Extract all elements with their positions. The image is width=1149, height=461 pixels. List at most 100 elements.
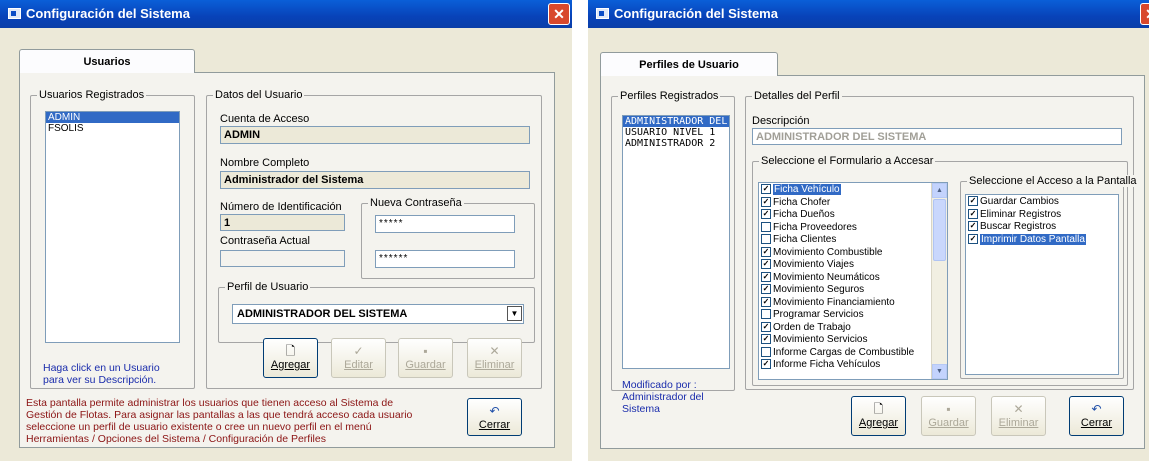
list-item[interactable]: ADMIN xyxy=(46,112,179,123)
close-window-button[interactable]: ✕ xyxy=(1140,3,1149,25)
tab-perfiles-de-usuario[interactable]: Perfiles de Usuario xyxy=(600,52,778,76)
checkbox-unchecked-icon[interactable] xyxy=(761,221,771,232)
checkbox-checked-icon[interactable]: ✓ xyxy=(761,296,771,307)
list-item[interactable]: USUARIO NIVEL 1 xyxy=(623,127,729,138)
checkbox-checked-icon[interactable]: ✓ xyxy=(761,209,771,220)
checkbox-item[interactable]: ✓ Ficha Vehículo xyxy=(759,184,931,197)
undo-arrow-icon: ↶ xyxy=(489,404,500,418)
group-title: Seleccione el Formulario a Accesar xyxy=(759,155,936,167)
scroll-down-icon[interactable]: ▼ xyxy=(932,364,947,379)
checkbox-label: Ficha Proveedores xyxy=(773,221,857,233)
scroll-up-icon[interactable]: ▲ xyxy=(932,183,947,198)
profiles-list[interactable]: ADMINISTRADOR DEL S USUARIO NIVEL 1 ADMI… xyxy=(622,115,730,369)
list-item[interactable]: ADMINISTRADOR DEL S xyxy=(623,116,729,127)
close-window-button[interactable]: ✕ xyxy=(548,3,570,25)
list-item[interactable]: ADMINISTRADOR 2 xyxy=(623,138,729,149)
checkbox-checked-icon[interactable]: ✓ xyxy=(761,284,771,295)
tab-label: Usuarios xyxy=(83,56,131,68)
checkbox-item[interactable]: ✓ Movimiento Servicios xyxy=(759,334,931,347)
checkbox-item[interactable]: ✓ Imprimir Datos Pantalla xyxy=(966,233,1118,247)
spellcheck-icon: ✓ xyxy=(353,344,364,358)
checkbox-item[interactable]: ✓ Movimiento Financiamiento xyxy=(759,297,931,310)
group-title: Usuarios Registrados xyxy=(37,89,147,101)
checkbox-item[interactable]: ✓ Movimiento Viajes xyxy=(759,259,931,272)
delete-button-label: Eliminar xyxy=(474,359,515,371)
checkbox-unchecked-icon[interactable] xyxy=(761,309,771,320)
delete-button[interactable]: ✕ Eliminar xyxy=(467,338,522,378)
access-checklist[interactable]: ✓ Guardar Cambios ✓ Eliminar Registros ✓ Busc… xyxy=(965,194,1119,375)
scroll-thumb[interactable] xyxy=(933,199,946,261)
floppy-disk-icon: ▪ xyxy=(946,402,951,416)
checkbox-item[interactable]: ✓ Ficha Dueños xyxy=(759,209,931,222)
app-icon xyxy=(596,8,609,19)
checkbox-checked-icon[interactable]: ✓ xyxy=(968,221,978,232)
info-note: Esta pantalla permite administrar los us… xyxy=(26,397,412,445)
new-password-input[interactable]: ***** xyxy=(375,215,515,233)
checkbox-label: Eliminar Registros xyxy=(980,208,1062,220)
checkbox-item[interactable]: Programar Servicios xyxy=(759,309,931,322)
chevron-down-icon[interactable]: ▼ xyxy=(507,306,522,321)
window-title: Configuración del Sistema xyxy=(26,6,190,21)
checkbox-checked-icon[interactable]: ✓ xyxy=(761,321,771,332)
save-button-label: Guardar xyxy=(405,359,446,371)
checkbox-unchecked-icon[interactable] xyxy=(761,234,771,245)
list-item[interactable]: FSOLIS xyxy=(46,123,179,134)
checkbox-label: Ficha Vehículo xyxy=(773,184,841,195)
close-button[interactable]: ↶ Cerrar xyxy=(467,398,522,436)
checkbox-item[interactable]: ✓ Buscar Registros xyxy=(966,221,1118,234)
add-button[interactable]: 🗋 Agregar xyxy=(851,396,906,436)
checkbox-checked-icon[interactable]: ✓ xyxy=(968,208,978,219)
account-label: Cuenta de Acceso xyxy=(220,113,310,125)
tab-usuarios[interactable]: Usuarios xyxy=(19,49,195,73)
profile-select[interactable]: ADMINISTRADOR DEL SISTEMA ▼ xyxy=(232,304,524,324)
delete-button[interactable]: ✕ Eliminar xyxy=(991,396,1046,436)
checkbox-item[interactable]: ✓ Movimiento Neumáticos xyxy=(759,272,931,285)
forms-scrollbar[interactable]: ▲ ▼ xyxy=(931,183,947,379)
add-button[interactable]: 🗋 Agregar xyxy=(263,338,318,378)
checkbox-label: Movimiento Viajes xyxy=(773,259,854,270)
checkbox-checked-icon[interactable]: ✓ xyxy=(761,259,771,270)
checkbox-checked-icon[interactable]: ✓ xyxy=(761,184,771,195)
checkbox-checked-icon[interactable]: ✓ xyxy=(968,233,978,244)
checkbox-checked-icon[interactable]: ✓ xyxy=(761,271,771,282)
profile-details-group: Detalles del Perfil Descripción ADMINIST… xyxy=(745,90,1139,390)
save-button[interactable]: ▪ Guardar xyxy=(921,396,976,436)
checkbox-checked-icon[interactable]: ✓ xyxy=(968,196,978,207)
checkbox-item[interactable]: ✓ Orden de Trabajo xyxy=(759,322,931,335)
close-button-label: Cerrar xyxy=(1080,417,1113,429)
checkbox-label: Informe Cargas de Combustible xyxy=(773,346,915,358)
checkbox-item[interactable]: Informe Cargas de Combustible xyxy=(759,347,931,360)
checkbox-item[interactable]: ✓ Eliminar Registros xyxy=(966,209,1118,222)
checkbox-item[interactable]: ✓ Ficha Chofer xyxy=(759,197,931,210)
help-line: Haga click en un Usuario xyxy=(43,362,160,374)
close-button[interactable]: ↶ Cerrar xyxy=(1069,396,1124,436)
checkbox-item[interactable]: ✓ Movimiento Combustible xyxy=(759,247,931,260)
checkbox-checked-icon[interactable]: ✓ xyxy=(761,359,771,370)
note-line: Gestión de Flotas. Para asignar las pant… xyxy=(26,409,413,421)
modified-by: Modificado por : Administrador del Siste… xyxy=(622,379,734,415)
checkbox-checked-icon[interactable]: ✓ xyxy=(761,246,771,257)
confirm-password-input[interactable]: ****** xyxy=(375,250,515,268)
checkbox-item[interactable]: ✓ Informe Ficha Vehículos xyxy=(759,359,931,372)
group-title: Nueva Contraseña xyxy=(368,197,464,209)
note-line: Herramientas / Opciones del Sistema / Co… xyxy=(26,433,326,445)
save-button[interactable]: ▪ Guardar xyxy=(398,338,453,378)
checkbox-item[interactable]: ✓ Guardar Cambios xyxy=(966,196,1118,209)
forms-checklist[interactable]: ✓ Ficha Vehículo ✓ Ficha Chofer ✓ Ficha Dueño… xyxy=(758,182,948,380)
profile-config-window: Configuración del Sistema ✕ Perfiles de … xyxy=(588,0,1149,461)
users-list[interactable]: ADMIN FSOLIS xyxy=(45,111,180,343)
checkbox-unchecked-icon[interactable] xyxy=(761,346,771,357)
checkbox-checked-icon[interactable]: ✓ xyxy=(761,334,771,345)
edit-button[interactable]: ✓ Editar xyxy=(331,338,386,378)
user-config-window: Configuración del Sistema ✕ Usuarios Usu… xyxy=(0,0,572,461)
note-line: seleccione un perfil de usuario existent… xyxy=(26,421,372,433)
usuarios-tab-panel: Usuarios Registrados ADMIN FSOLIS Haga c… xyxy=(19,72,555,448)
profiles-tab-panel: Perfiles Registrados ADMINISTRADOR DEL S… xyxy=(600,75,1145,449)
checkbox-item[interactable]: Ficha Clientes xyxy=(759,234,931,247)
checkbox-checked-icon[interactable]: ✓ xyxy=(761,196,771,207)
user-profile-group: Perfil de Usuario ADMINISTRADOR DEL SIST… xyxy=(218,281,535,343)
checkbox-item[interactable]: ✓ Movimiento Seguros xyxy=(759,284,931,297)
checkbox-item[interactable]: Ficha Proveedores xyxy=(759,222,931,235)
group-title: Seleccione el Acceso a la Pantalla xyxy=(967,175,1139,187)
close-button-label: Cerrar xyxy=(478,419,511,431)
